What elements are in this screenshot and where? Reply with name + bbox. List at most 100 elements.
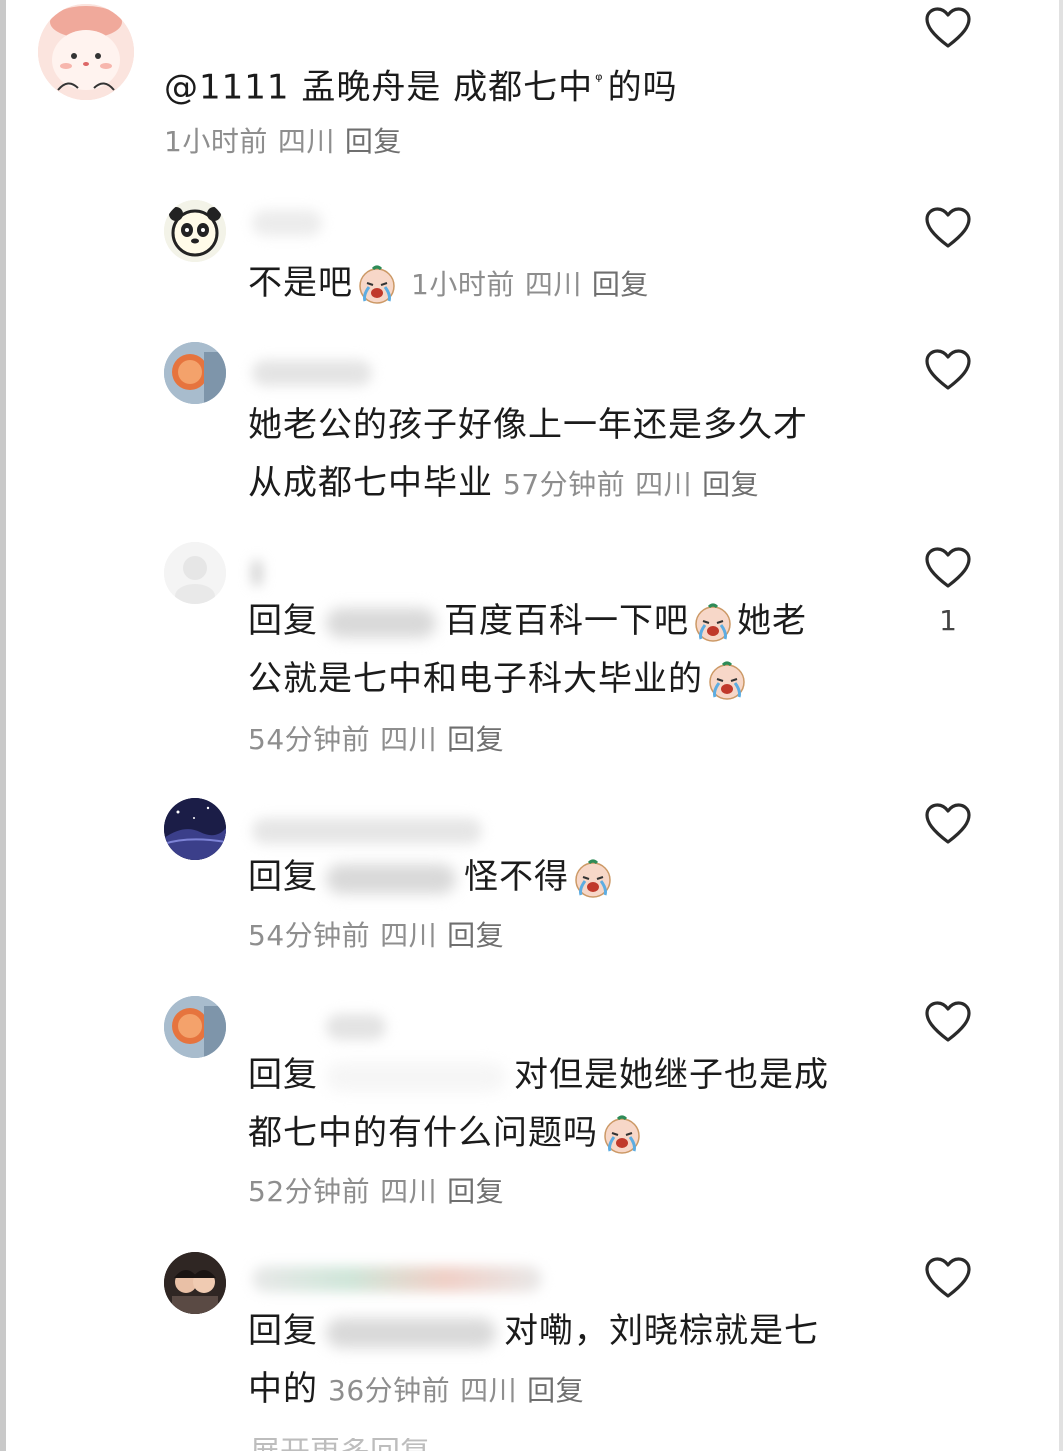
reply-body-line2: 中的 36分钟前 四川 回复 [248,1360,819,1420]
expand-more-replies-button[interactable]: 展开更多回复 [250,1438,430,1451]
cartoon-avatar-icon [38,4,134,100]
avatar[interactable] [164,200,226,262]
reply-body: 不是吧 [248,263,353,303]
comment-meta: 1小时前 四川 回复 [164,122,402,162]
right-edge [1059,0,1063,1451]
photo-avatar-icon [164,996,226,1058]
username-redacted [252,1266,542,1292]
avatar[interactable] [164,542,226,604]
mentioned-user-redacted [326,1317,496,1348]
location: 四川 [380,1175,438,1208]
timestamp: 52分钟前 [248,1175,371,1208]
reply-body-text: 对嘞，刘晓棕就是七 [504,1311,819,1351]
location: 四川 [277,125,335,158]
reply-button[interactable]: 回复 [447,919,504,952]
reply-button[interactable]: 回复 [702,468,759,501]
heart-outline-icon[interactable] [924,348,972,392]
crying-face-emoji [695,603,731,642]
comment-text-tail: 的吗 [607,67,678,108]
reply-text: 回复 百度百科一下吧 她老 公就是七中和电子科大毕业的 [248,592,807,708]
crying-face-emoji [575,859,611,898]
timestamp: 54分钟前 [248,919,371,952]
reply-body-text: 怪不得 [464,857,569,897]
username-redacted [252,360,372,386]
reply-button[interactable]: 回复 [592,268,649,301]
reply-body-line1: 她老公的孩子好像上一年还是多久才 [248,405,808,445]
reply-meta: 54分钟前 四川 回复 [248,916,504,956]
avatar[interactable] [164,342,226,404]
reply-body-line1: 回复 对嘞，刘晓棕就是七 [248,1302,819,1360]
reply-prefix: 回复 [248,601,318,641]
heart-outline-icon[interactable] [924,206,972,250]
panda-avatar-icon [164,200,226,262]
reply-body-line2-text: 公就是七中和电子科大毕业的 [248,659,703,699]
reply-button[interactable]: 回复 [527,1374,584,1407]
night-sky-avatar-icon [164,798,226,860]
heart-outline-icon[interactable] [924,6,972,50]
timestamp: 57分钟前 [503,468,626,501]
reply-prefix: 回复 [248,857,318,897]
reply-meta: 57分钟前 四川 回复 [503,468,759,501]
username-redacted [252,560,262,586]
timestamp: 36分钟前 [328,1374,451,1407]
reply-body-line2: 公就是七中和电子科大毕业的 [248,650,807,708]
location: 四川 [635,468,693,501]
timestamp: 1小时前 [411,268,515,301]
reply-body-line2: 从成都七中毕业 57分钟前 四川 回复 [248,454,808,514]
mentioned-user-redacted [326,863,456,894]
reply-text: 回复 对但是她继子也是成 都七中的有什么问题吗 [248,1046,829,1162]
crying-face-emoji [709,661,745,700]
avatar[interactable] [164,996,226,1058]
reply-text: 回复 怪不得 [248,848,617,906]
reply-text: 她老公的孩子好像上一年还是多久才 从成都七中毕业 57分钟前 四川 回复 [248,396,808,514]
username-redacted [326,1014,386,1040]
reply-button[interactable]: 回复 [345,125,402,158]
timestamp: 1小时前 [164,125,268,158]
reply-meta: 1小时前 四川 回复 [411,268,649,301]
reply-meta: 36分钟前 四川 回复 [328,1374,584,1407]
comments-screen: @1111 孟晚舟是 成都七中 ᵠ 的吗 1小时前 四川 回复 不是吧 1小时前… [0,0,1063,1451]
location: 四川 [524,268,582,301]
crying-face-emoji [359,265,395,304]
search-superscript[interactable]: ᵠ [595,70,603,91]
username-redacted [252,210,322,236]
reply-body-line2: 都七中的有什么问题吗 [248,1104,829,1162]
location: 四川 [380,919,438,952]
heart-outline-icon[interactable] [924,1256,972,1300]
heart-outline-icon[interactable] [924,546,972,590]
avatar[interactable] [38,4,134,100]
left-edge [0,0,6,1451]
reply-text: 回复 对嘞，刘晓棕就是七 中的 36分钟前 四川 回复 [248,1302,819,1420]
reply-body-line2-text: 从成都七中毕业 [248,463,493,503]
reply-body-text: 对但是她继子也是成 [514,1055,829,1095]
location: 四川 [460,1374,518,1407]
photo-avatar-icon [164,342,226,404]
reply-button[interactable]: 回复 [447,1175,504,1208]
username-redacted [252,818,482,844]
reply-meta: 54分钟前 四川 回复 [248,720,504,760]
avatar[interactable] [164,1252,226,1314]
comment-text-main: @1111 孟晚舟是 成都七中 [164,67,594,108]
mentioned-user-redacted [326,1061,506,1092]
reply-body-text-tail: 她老 [737,601,807,641]
like-count: 1 [939,604,957,637]
reply-body-line1: 回复 对但是她继子也是成 [248,1046,829,1104]
comment-text: @1111 孟晚舟是 成都七中 ᵠ 的吗 [164,52,678,116]
couple-photo-avatar-icon [164,1252,226,1314]
reply-button[interactable]: 回复 [447,723,504,756]
location: 四川 [380,723,438,756]
heart-outline-icon[interactable] [924,1000,972,1044]
reply-text: 不是吧 1小时前 四川 回复 [248,254,649,314]
reply-body-text: 百度百科一下吧 [444,601,689,641]
reply-body-line1: 回复 百度百科一下吧 她老 [248,592,807,650]
reply-body-line2-text: 都七中的有什么问题吗 [248,1113,598,1153]
avatar[interactable] [164,798,226,860]
reply-body-line2-text: 中的 [248,1369,318,1409]
reply-prefix: 回复 [248,1311,318,1351]
timestamp: 54分钟前 [248,723,371,756]
crying-face-emoji [604,1115,640,1154]
faded-avatar-icon [164,542,226,604]
heart-outline-icon[interactable] [924,802,972,846]
mentioned-user-redacted [326,607,436,638]
reply-prefix: 回复 [248,1055,318,1095]
